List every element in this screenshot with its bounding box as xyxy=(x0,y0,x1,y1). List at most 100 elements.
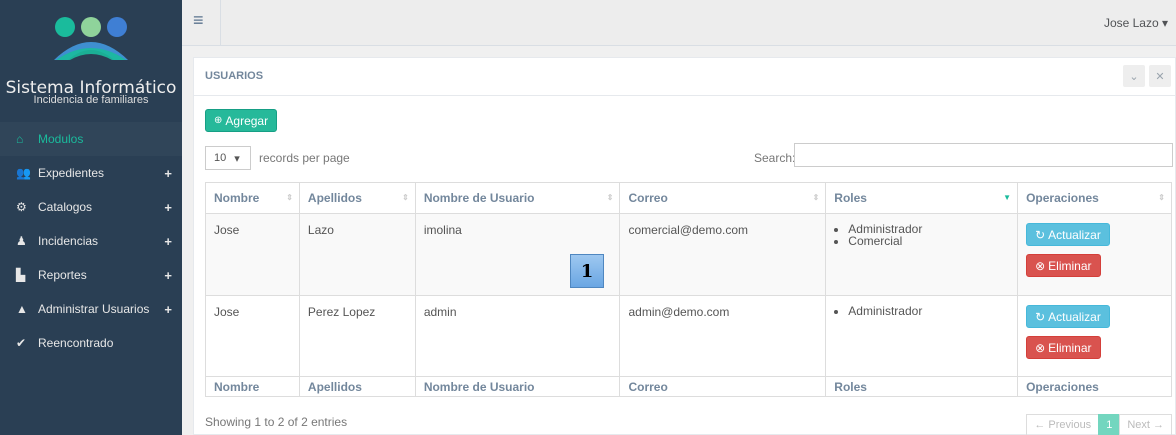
sidebar-item-modulos[interactable]: ⌂ Modulos xyxy=(0,122,182,156)
search-label: Search: xyxy=(754,151,796,165)
sort-icon: ⇕ xyxy=(812,193,820,202)
next-button[interactable]: Next → xyxy=(1119,414,1172,435)
plus-circle-icon: ⊕ xyxy=(214,115,223,126)
update-button[interactable]: ↻ Actualizar xyxy=(1026,305,1110,328)
caret-down-icon: ▾ xyxy=(234,152,240,165)
column-header-apellidos[interactable]: Apellidos ⇕ xyxy=(298,182,416,214)
cell-nombre: Jose xyxy=(205,295,300,377)
users-table: Nombre ⇕ Apellidos ⇕ Nombre de Usuario ⇕ Co… xyxy=(205,182,1172,397)
column-header-usuario[interactable]: Nombre de Usuario ⇕ xyxy=(414,182,621,214)
sidebar-item-label: Incidencias xyxy=(38,234,99,248)
remove-icon: ⊗ xyxy=(1035,258,1046,273)
column-header-correo[interactable]: Correo ⇕ xyxy=(619,182,827,214)
panel-header: USUARIOS ⌄ ✕ xyxy=(194,58,1175,96)
collapse-icon[interactable]: ⌄ xyxy=(1123,65,1145,87)
sidebar-item-reportes[interactable]: ▙ Reportes + xyxy=(0,258,182,292)
table-footer-row: Nombre Apellidos Nombre de Usuario Corre… xyxy=(205,376,1172,397)
roles-list: Administrador xyxy=(848,305,1009,317)
sidebar-item-reencontrado[interactable]: ✔ Reencontrado xyxy=(0,326,182,360)
page-length-select[interactable]: 10 ▾ xyxy=(205,146,251,170)
sidebar-item-label: Reportes xyxy=(38,268,87,282)
sidebar-item-label: Catalogos xyxy=(38,200,93,214)
refresh-icon: ↻ xyxy=(1035,309,1046,324)
cell-roles: Administrador Comercial xyxy=(825,213,1019,296)
footer-header-roles: Roles xyxy=(825,376,1019,397)
cell-usuario: admin xyxy=(414,295,621,377)
column-header-roles[interactable]: Roles ▼ xyxy=(825,182,1019,214)
cell-correo: admin@demo.com xyxy=(619,295,827,377)
add-button[interactable]: ⊕ Agregar xyxy=(205,109,278,132)
home-icon: ⌂ xyxy=(16,132,24,146)
top-navbar: ≡ Jose Lazo ▾ xyxy=(182,0,1176,46)
table-info: Showing 1 to 2 of 2 entries xyxy=(205,415,348,429)
sort-desc-icon: ▼ xyxy=(1003,193,1012,202)
page-length-value: 10 xyxy=(214,152,227,164)
refresh-icon: ↻ xyxy=(1035,227,1046,242)
sidebar-item-administrar-usuarios[interactable]: ▲ Administrar Usuarios + xyxy=(0,292,182,326)
footer-header-correo: Correo xyxy=(619,376,827,397)
panel-title: USUARIOS xyxy=(205,70,264,82)
close-icon[interactable]: ✕ xyxy=(1149,65,1171,87)
remove-icon: ⊗ xyxy=(1035,340,1046,355)
delete-button[interactable]: ⊗ Eliminar xyxy=(1026,336,1101,359)
records-per-page-label: records per page xyxy=(259,151,350,165)
sort-icon: ⇕ xyxy=(286,193,293,202)
cell-roles: Administrador xyxy=(825,295,1019,377)
sort-icon: ⇕ xyxy=(402,193,409,202)
sidebar-item-label: Administrar Usuarios xyxy=(38,302,150,316)
annotation-marker: 1 xyxy=(570,254,604,288)
sidebar-item-label: Modulos xyxy=(38,132,84,146)
divider xyxy=(220,0,221,46)
menu-toggle-icon[interactable]: ≡ xyxy=(193,10,204,31)
update-button[interactable]: ↻ Actualizar xyxy=(1026,223,1110,246)
cell-apellidos: Lazo xyxy=(298,213,416,296)
sidebar-menu: ⌂ Modulos 👥 Expedientes + ⚙ Catalogos + … xyxy=(0,122,182,360)
role-item: Comercial xyxy=(848,235,1009,247)
column-header-nombre[interactable]: Nombre ⇕ xyxy=(205,182,300,214)
previous-button[interactable]: ← Previous xyxy=(1026,414,1100,435)
cell-apellidos: Perez Lopez xyxy=(298,295,416,377)
delete-button[interactable]: ⊗ Eliminar xyxy=(1026,254,1101,277)
footer-header-usuario: Nombre de Usuario xyxy=(414,376,621,397)
users-panel: USUARIOS ⌄ ✕ ⊕ Agregar 10 ▾ records per … xyxy=(193,57,1176,435)
add-button-label: Agregar xyxy=(225,113,269,128)
plus-icon: + xyxy=(164,165,172,181)
sidebar-item-expedientes[interactable]: 👥 Expedientes + xyxy=(0,156,182,190)
sidebar-item-catalogos[interactable]: ⚙ Catalogos + xyxy=(0,190,182,224)
user-menu[interactable]: Jose Lazo ▾ xyxy=(1104,16,1168,30)
cell-operaciones: ↻ Actualizar ⊗ Eliminar xyxy=(1017,213,1172,296)
cogs-icon: ⚙ xyxy=(16,200,27,214)
logo-area: Sistema Informático Incidencia de famili… xyxy=(0,0,182,122)
check-icon: ✔ xyxy=(16,336,27,350)
user-icon: ▲ xyxy=(16,302,28,316)
sidebar: Sistema Informático Incidencia de famili… xyxy=(0,0,182,435)
plus-icon: + xyxy=(164,233,172,249)
footer-header-nombre: Nombre xyxy=(205,376,300,397)
sidebar-item-label: Reencontrado xyxy=(38,336,114,350)
pagination: ← Previous 1 Next → xyxy=(1026,414,1172,435)
sidebar-item-label: Expedientes xyxy=(38,166,105,180)
roles-list: Administrador Comercial xyxy=(848,223,1009,247)
logo-icon xyxy=(54,17,128,60)
sidebar-item-incidencias[interactable]: ♟ Incidencias + xyxy=(0,224,182,258)
cell-nombre: Jose xyxy=(205,213,300,296)
person-icon: ♟ xyxy=(16,234,27,248)
footer-header-operaciones: Operaciones xyxy=(1017,376,1172,397)
table-header-row: Nombre ⇕ Apellidos ⇕ Nombre de Usuario ⇕ Co… xyxy=(205,182,1172,214)
brand-subtitle: Incidencia de familiares xyxy=(33,94,149,106)
cell-correo: comercial@demo.com xyxy=(619,213,827,296)
table-row: Jose Perez Lopez admin admin@demo.com Ad… xyxy=(205,295,1172,377)
page-1-button[interactable]: 1 xyxy=(1098,414,1121,435)
footer-header-apellidos: Apellidos xyxy=(298,376,416,397)
column-header-operaciones[interactable]: Operaciones ⇕ xyxy=(1017,182,1172,214)
sort-icon: ⇕ xyxy=(1158,193,1165,202)
page-length-control: 10 ▾ records per page xyxy=(205,146,350,170)
table-row: Jose Lazo imolina comercial@demo.com Adm… xyxy=(205,213,1172,296)
sort-icon: ⇕ xyxy=(606,193,614,202)
plus-icon: + xyxy=(164,199,172,215)
users-icon: 👥 xyxy=(16,166,31,180)
plus-icon: + xyxy=(164,301,172,317)
file-icon: ▙ xyxy=(16,268,26,282)
role-item: Administrador xyxy=(848,305,1009,317)
search-input[interactable] xyxy=(794,143,1173,167)
